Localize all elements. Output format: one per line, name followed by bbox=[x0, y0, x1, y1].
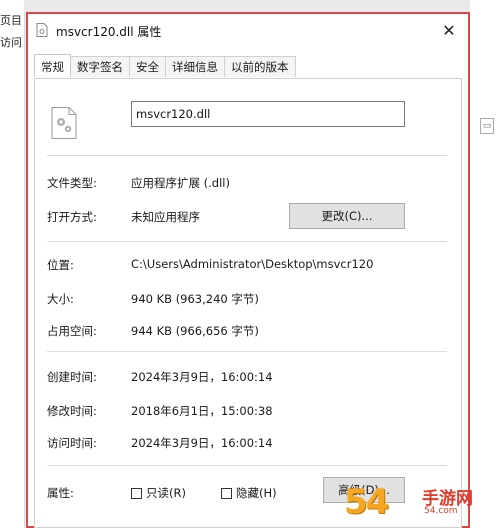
size-on-disk-value: 944 KB (966,656 字节) bbox=[131, 324, 259, 338]
background-window-top bbox=[24, 0, 470, 12]
separator bbox=[47, 241, 447, 242]
opens-with-label: 打开方式: bbox=[47, 210, 97, 224]
watermark-domain: 54.com bbox=[424, 506, 458, 516]
modified-value: 2018年6月1日，15:00:38 bbox=[131, 404, 273, 418]
background-text-fragment: 页目 bbox=[0, 14, 22, 27]
file-type-label: 文件类型: bbox=[47, 176, 97, 190]
size-on-disk-label: 占用空间: bbox=[47, 324, 97, 338]
dialog-title: msvcr120.dll 属性 bbox=[56, 25, 162, 39]
background-view-icon: ▭ bbox=[480, 118, 494, 134]
separator bbox=[47, 155, 447, 156]
file-type-value: 应用程序扩展 (.dll) bbox=[131, 176, 230, 190]
readonly-checkbox-label: 只读(R) bbox=[146, 486, 186, 500]
change-button[interactable]: 更改(C)... bbox=[289, 203, 405, 229]
readonly-checkbox-box[interactable] bbox=[131, 487, 142, 499]
separator bbox=[47, 465, 447, 466]
file-name-field[interactable] bbox=[131, 101, 405, 127]
tab-bar: 常规 数字签名 安全 详细信息 以前的版本 bbox=[34, 54, 296, 78]
accessed-value: 2024年3月9日，16:00:14 bbox=[131, 436, 273, 450]
tab-security[interactable]: 安全 bbox=[129, 56, 166, 77]
created-value: 2024年3月9日，16:00:14 bbox=[131, 370, 273, 384]
readonly-checkbox[interactable]: 只读(R) bbox=[131, 485, 186, 501]
background-window-left: 页目 访问 bbox=[0, 0, 25, 528]
tab-details[interactable]: 详细信息 bbox=[165, 56, 225, 77]
tab-digital-signatures[interactable]: 数字签名 bbox=[70, 56, 130, 77]
general-tab-panel: 文件类型: 应用程序扩展 (.dll) 打开方式: 未知应用程序 更改(C)..… bbox=[34, 78, 462, 528]
properties-dialog: msvcr120.dll 属性 ✕ 常规 数字签名 安全 详细信息 以前的版本 … bbox=[26, 12, 470, 528]
close-button[interactable]: ✕ bbox=[438, 20, 460, 42]
created-label: 创建时间: bbox=[47, 370, 97, 384]
attributes-label: 属性: bbox=[47, 486, 74, 500]
size-label: 大小: bbox=[47, 292, 74, 306]
opens-with-value: 未知应用程序 bbox=[131, 210, 200, 224]
title-bar: msvcr120.dll 属性 ✕ bbox=[28, 14, 468, 48]
watermark-number: 54 bbox=[344, 482, 389, 522]
accessed-label: 访问时间: bbox=[47, 436, 97, 450]
tab-general[interactable]: 常规 bbox=[34, 54, 71, 77]
background-window-right: ▭ bbox=[470, 0, 500, 528]
hidden-checkbox-label: 隐藏(H) bbox=[236, 486, 277, 500]
separator bbox=[47, 351, 447, 352]
gear-file-icon bbox=[51, 107, 77, 139]
dll-file-icon bbox=[36, 23, 48, 37]
hidden-checkbox-box[interactable] bbox=[221, 487, 232, 499]
hidden-checkbox[interactable]: 隐藏(H) bbox=[221, 485, 277, 501]
location-label: 位置: bbox=[47, 258, 74, 272]
location-value: C:\Users\Administrator\Desktop\msvcr120 bbox=[131, 257, 374, 271]
modified-label: 修改时间: bbox=[47, 404, 97, 418]
size-value: 940 KB (963,240 字节) bbox=[131, 292, 259, 306]
tab-previous-versions[interactable]: 以前的版本 bbox=[224, 56, 296, 77]
site-watermark: 54 手游网 54.com bbox=[344, 482, 494, 524]
background-text-fragment: 访问 bbox=[0, 36, 22, 49]
